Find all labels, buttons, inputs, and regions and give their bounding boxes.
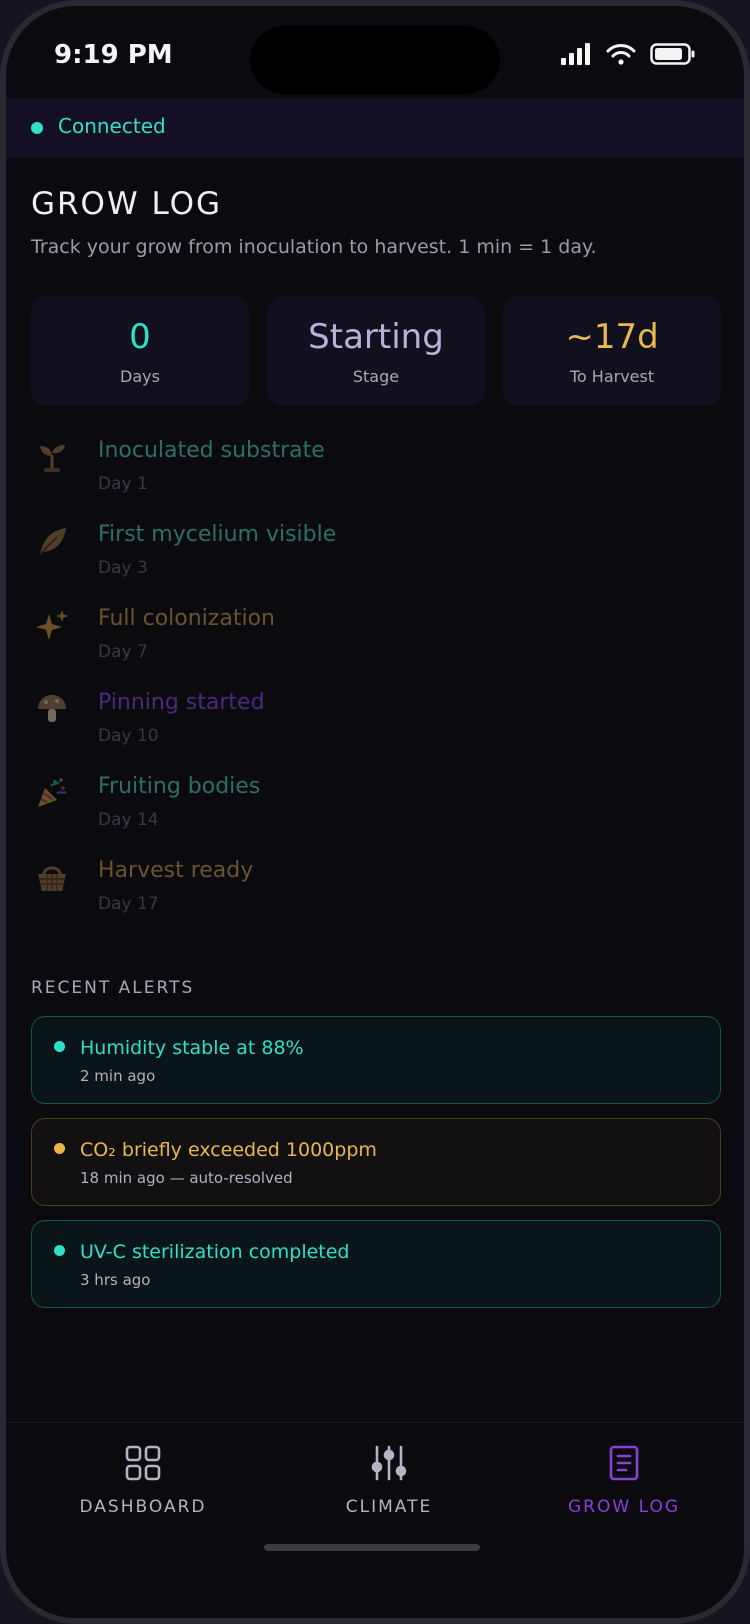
- cellular-signal-icon: [561, 43, 590, 65]
- wifi-icon: [606, 44, 636, 65]
- nav-tab-grow-log[interactable]: GROW LOG: [524, 1443, 724, 1517]
- leaf-icon: [39, 528, 66, 555]
- stats-row: 0 Days Starting Stage ~17d To Harvest: [31, 296, 721, 406]
- basket-icon: [38, 866, 66, 891]
- stat-value: 0: [129, 316, 151, 357]
- alert-card[interactable]: Humidity stable at 88% 2 min ago: [31, 1016, 721, 1104]
- alert-message: UV-C sterilization completed: [80, 1241, 350, 1263]
- grid-icon: [125, 1445, 161, 1481]
- alert-message: CO₂ briefly exceeded 1000ppm: [80, 1139, 377, 1161]
- stat-label: Days: [120, 366, 160, 386]
- alert-status-dot: [54, 1245, 65, 1256]
- sprout-icon: [40, 445, 65, 472]
- connection-status-label: Connected: [58, 114, 166, 138]
- stat-value: ~17d: [565, 316, 659, 357]
- battery-icon: [650, 43, 695, 65]
- stat-label: To Harvest: [569, 366, 655, 386]
- connection-status-dot: [31, 122, 43, 134]
- dynamic-island: [250, 26, 500, 94]
- milestone-item: Full colonization Day 7: [31, 600, 721, 684]
- stat-card-days: 0 Days: [31, 296, 249, 406]
- party-popper-icon: [38, 778, 67, 807]
- connection-banner: Connected: [6, 98, 744, 158]
- alert-card[interactable]: UV-C sterilization completed 3 hrs ago: [31, 1220, 721, 1308]
- milestone-item: Pinning started Day 10: [31, 684, 721, 768]
- nav-tab-climate[interactable]: CLIMATE: [289, 1443, 489, 1517]
- alert-time: 2 min ago: [80, 1067, 156, 1085]
- stat-card-stage: Starting Stage: [267, 296, 485, 406]
- alert-status-dot: [54, 1041, 65, 1052]
- bottom-nav: DASHBOARD CLIMATE GROW LOG: [6, 1422, 744, 1618]
- milestone-item: Fruiting bodies Day 14: [31, 768, 721, 852]
- alert-message: Humidity stable at 88%: [80, 1037, 304, 1059]
- milestone-day: Day 7: [98, 642, 148, 662]
- milestone-day: Day 17: [98, 894, 159, 914]
- milestone-title: Fruiting bodies: [98, 774, 261, 799]
- page-subtitle: Track your grow from inoculation to harv…: [31, 236, 597, 258]
- milestone-title: Pinning started: [98, 690, 265, 715]
- alert-time: 18 min ago — auto-resolved: [80, 1169, 293, 1187]
- status-bar: 9:19 PM: [6, 6, 744, 98]
- milestone-item: Inoculated substrate Day 1: [31, 432, 721, 516]
- alerts-list: Humidity stable at 88% 2 min ago CO₂ bri…: [31, 1016, 721, 1308]
- page-title: GROW LOG: [31, 186, 223, 222]
- milestone-day: Day 14: [98, 810, 159, 830]
- nav-label: DASHBOARD: [79, 1497, 207, 1517]
- alert-time: 3 hrs ago: [80, 1271, 151, 1289]
- status-time: 9:19 PM: [54, 40, 173, 70]
- main-content: GROW LOG Track your grow from inoculatio…: [31, 158, 721, 1308]
- sliders-icon: [371, 1445, 407, 1481]
- log-icon: [609, 1445, 639, 1481]
- mushroom-icon: [38, 695, 66, 722]
- milestone-item: Harvest ready Day 17: [31, 852, 721, 936]
- nav-label: GROW LOG: [568, 1497, 680, 1517]
- milestone-title: Harvest ready: [98, 858, 254, 883]
- milestone-day: Day 3: [98, 558, 148, 578]
- alert-card[interactable]: CO₂ briefly exceeded 1000ppm 18 min ago …: [31, 1118, 721, 1206]
- stat-value: Starting: [308, 316, 444, 357]
- sparkles-icon: [36, 610, 68, 640]
- alerts-heading: RECENT ALERTS: [31, 978, 195, 998]
- status-icons: [560, 42, 696, 66]
- alert-status-dot: [54, 1143, 65, 1154]
- milestone-day: Day 10: [98, 726, 159, 746]
- phone-frame: 9:19 PM Connected GROW LOG Track your gr…: [0, 0, 750, 1624]
- stat-card-to-harvest: ~17d To Harvest: [503, 296, 721, 406]
- nav-label: CLIMATE: [345, 1497, 433, 1517]
- milestone-day: Day 1: [98, 474, 148, 494]
- nav-tab-dashboard[interactable]: DASHBOARD: [43, 1443, 243, 1517]
- milestone-item: First mycelium visible Day 3: [31, 516, 721, 600]
- stat-label: Stage: [352, 366, 400, 386]
- milestone-timeline: Inoculated substrate Day 1 First myceliu…: [31, 432, 721, 936]
- milestone-title: Full colonization: [98, 606, 275, 631]
- milestone-title: First mycelium visible: [98, 522, 337, 547]
- home-indicator: [264, 1544, 480, 1551]
- milestone-title: Inoculated substrate: [98, 438, 325, 463]
